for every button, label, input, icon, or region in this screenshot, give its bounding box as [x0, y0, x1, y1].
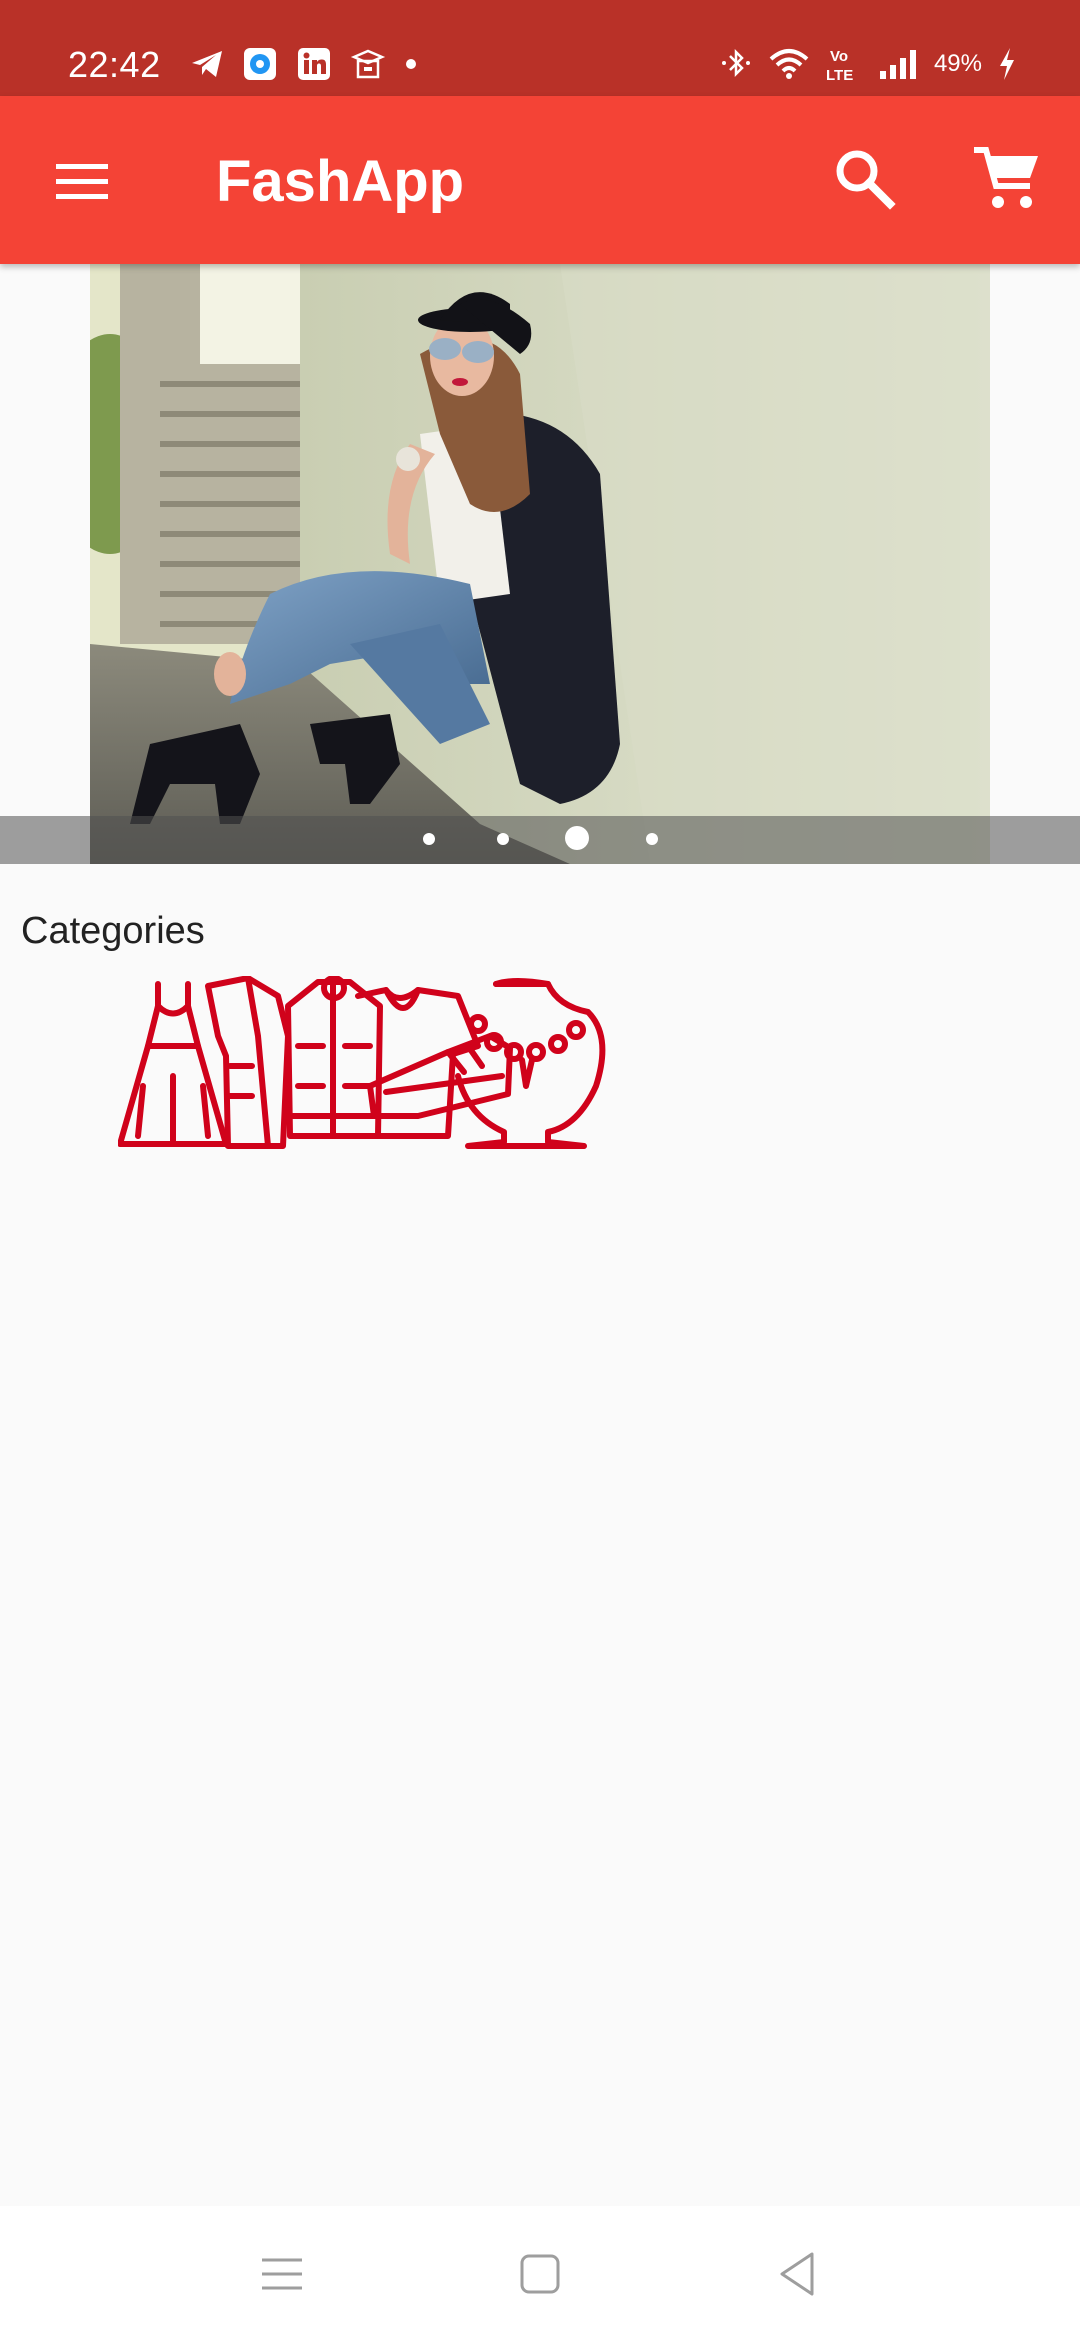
search-icon: [836, 150, 896, 210]
search-button[interactable]: [832, 146, 896, 210]
app-title: FashApp: [216, 149, 465, 214]
banner-carousel[interactable]: [0, 264, 1080, 864]
status-bar: 22:42 Vo LTE 49%: [0, 0, 1080, 96]
app-icon: [350, 49, 386, 79]
svg-text:LTE: LTE: [826, 67, 853, 84]
status-time: 22:42: [68, 44, 161, 85]
banner-image: [90, 264, 990, 864]
system-status-icons: Vo LTE 49%: [718, 44, 1018, 84]
carousel-dot-3-active[interactable]: [565, 826, 589, 850]
home-icon: [520, 2254, 560, 2294]
back-button[interactable]: [770, 2246, 826, 2302]
dot-icon: [406, 59, 416, 69]
back-icon: [780, 2252, 814, 2296]
app-bar: FashApp: [0, 96, 1080, 264]
wifi-icon: [769, 49, 809, 79]
cart-button[interactable]: [972, 144, 1042, 214]
notification-icons: [190, 46, 418, 82]
carousel-dot-4[interactable]: [646, 833, 658, 845]
menu-button[interactable]: [52, 152, 112, 212]
volte-icon: Vo LTE: [826, 48, 853, 84]
home-button[interactable]: [512, 2246, 568, 2302]
svg-text:Vo: Vo: [830, 48, 848, 65]
categories-image[interactable]: [117, 975, 612, 1154]
signal-icon: [879, 50, 916, 79]
battery-charging-icon: [1000, 48, 1014, 80]
messenger-icon: [244, 48, 276, 80]
recents-button[interactable]: [254, 2246, 310, 2302]
battery-percent: 49%: [933, 50, 982, 77]
cart-icon: [974, 147, 1038, 208]
carousel-indicator: [0, 816, 1080, 864]
categories-heading: Categories: [21, 910, 205, 952]
carousel-dot-1[interactable]: [423, 833, 435, 845]
linkedin-icon: [298, 48, 330, 80]
system-nav-bar: [0, 2206, 1080, 2340]
carousel-dot-2[interactable]: [497, 833, 509, 845]
menu-icon: [56, 164, 108, 199]
recents-icon: [262, 2258, 302, 2290]
bluetooth-icon: [721, 48, 750, 78]
telegram-icon: [192, 51, 222, 77]
jacket-icon: [285, 975, 383, 1139]
